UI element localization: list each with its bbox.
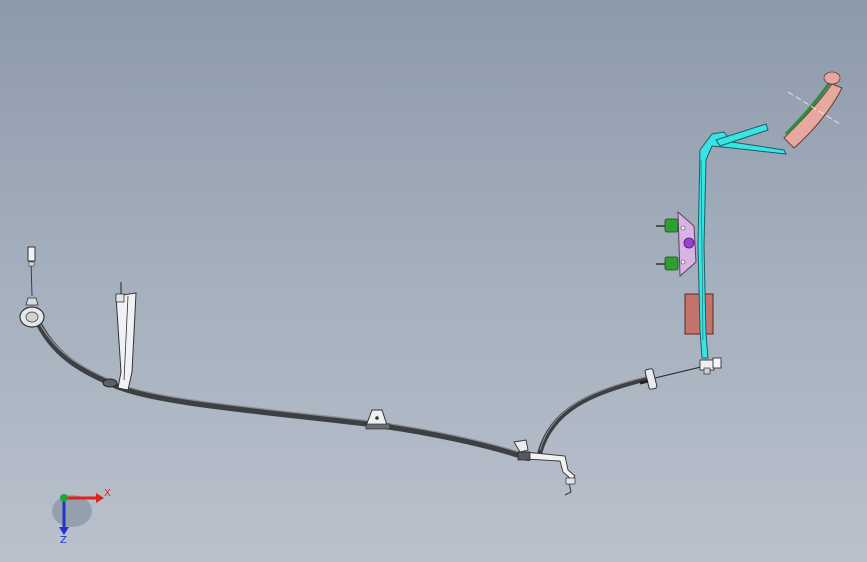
left-mounting-bracket[interactable] [102, 282, 137, 391]
x-axis-label: X [104, 488, 111, 499]
bracket-fastener [565, 477, 576, 485]
sheath-end-fitting[interactable] [513, 439, 529, 453]
clip-hole [375, 416, 379, 420]
bracket-arm[interactable] [524, 451, 576, 481]
bracket-tab [115, 293, 125, 303]
clip-band [365, 423, 391, 430]
pivot-pin[interactable] [683, 237, 695, 249]
sheath-end-collar [517, 451, 531, 461]
z-axis-label: Z [60, 535, 67, 546]
end-crimp [28, 261, 35, 267]
z-axis-arrowhead [59, 527, 69, 535]
green-grommet[interactable] [664, 256, 679, 271]
cable-sheath-rise-highlight [539, 375, 651, 451]
connector-cap [712, 357, 722, 369]
inner-wire[interactable] [654, 365, 706, 379]
pivot-hole-bottom [680, 259, 686, 265]
connector-clip [703, 367, 711, 375]
cad-model-canvas[interactable]: X Z [0, 0, 867, 562]
pedal-pad[interactable] [783, 83, 843, 149]
pedal-cable-connector[interactable] [699, 357, 722, 375]
grommet-inner [25, 311, 39, 323]
pivot-hole-top [680, 225, 686, 231]
upper-bolt[interactable] [656, 218, 679, 233]
grommet-neck [25, 297, 39, 306]
bracket-clamp[interactable] [102, 378, 118, 388]
end-connector[interactable] [27, 246, 36, 262]
pedal-pad-cap [823, 71, 841, 85]
cable-assembly[interactable] [33, 315, 706, 461]
fitting-flange[interactable] [644, 368, 658, 390]
green-grommet[interactable] [664, 218, 679, 233]
y-axis-dot [60, 494, 68, 502]
triad-shadow [52, 495, 92, 527]
cad-viewport[interactable]: X Z [0, 0, 867, 562]
coordinate-triad: X Z [52, 488, 111, 546]
lower-bolt[interactable] [656, 256, 679, 271]
cable-sheath-rise[interactable] [537, 375, 653, 455]
pedal-assembly[interactable] [656, 71, 843, 359]
lower-right-bracket[interactable] [513, 439, 576, 496]
cable-sheath[interactable] [33, 315, 531, 461]
left-cable-end[interactable] [19, 246, 45, 328]
fitting-ferrule [639, 379, 649, 385]
x-axis-arrowhead [96, 493, 104, 503]
middle-cable-clip[interactable] [365, 409, 391, 430]
